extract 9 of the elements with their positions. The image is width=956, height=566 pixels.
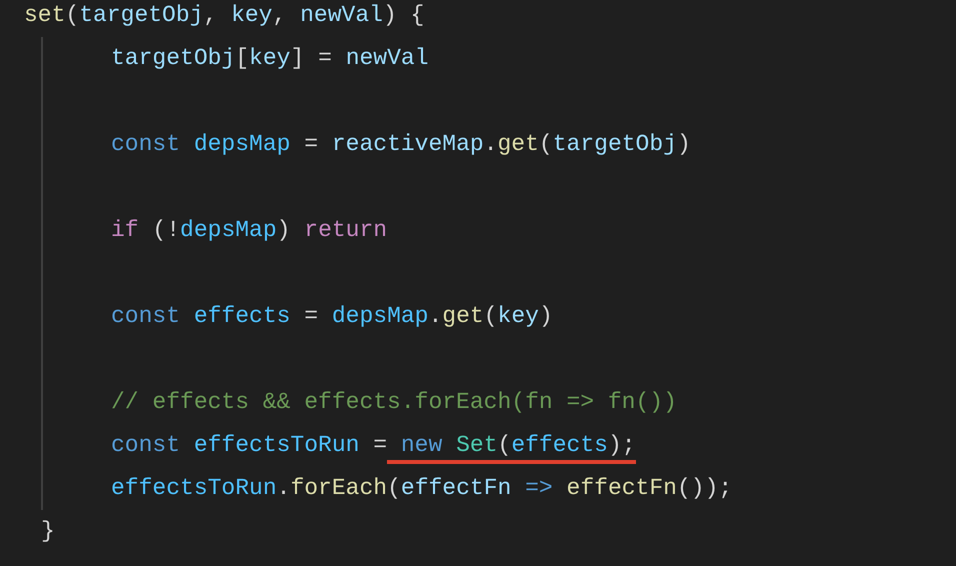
code-line: const effectsToRun = new Set(effects);	[111, 424, 636, 467]
code-line: const depsMap = reactiveMap.get(targetObj)	[111, 130, 691, 159]
code-line: // effects && effects.forEach(fn => fn())	[111, 388, 677, 417]
code-line: effectsToRun.forEach(effectFn => effectFn());	[111, 474, 732, 503]
code-line: set(targetObj, key, newVal) {	[24, 1, 424, 30]
code-line: const effects = depsMap.get(key)	[111, 302, 553, 331]
code-line: targetObj[key] = newVal	[111, 44, 429, 73]
code-line: }	[41, 517, 55, 546]
code-line: if (!depsMap) return	[111, 216, 388, 245]
